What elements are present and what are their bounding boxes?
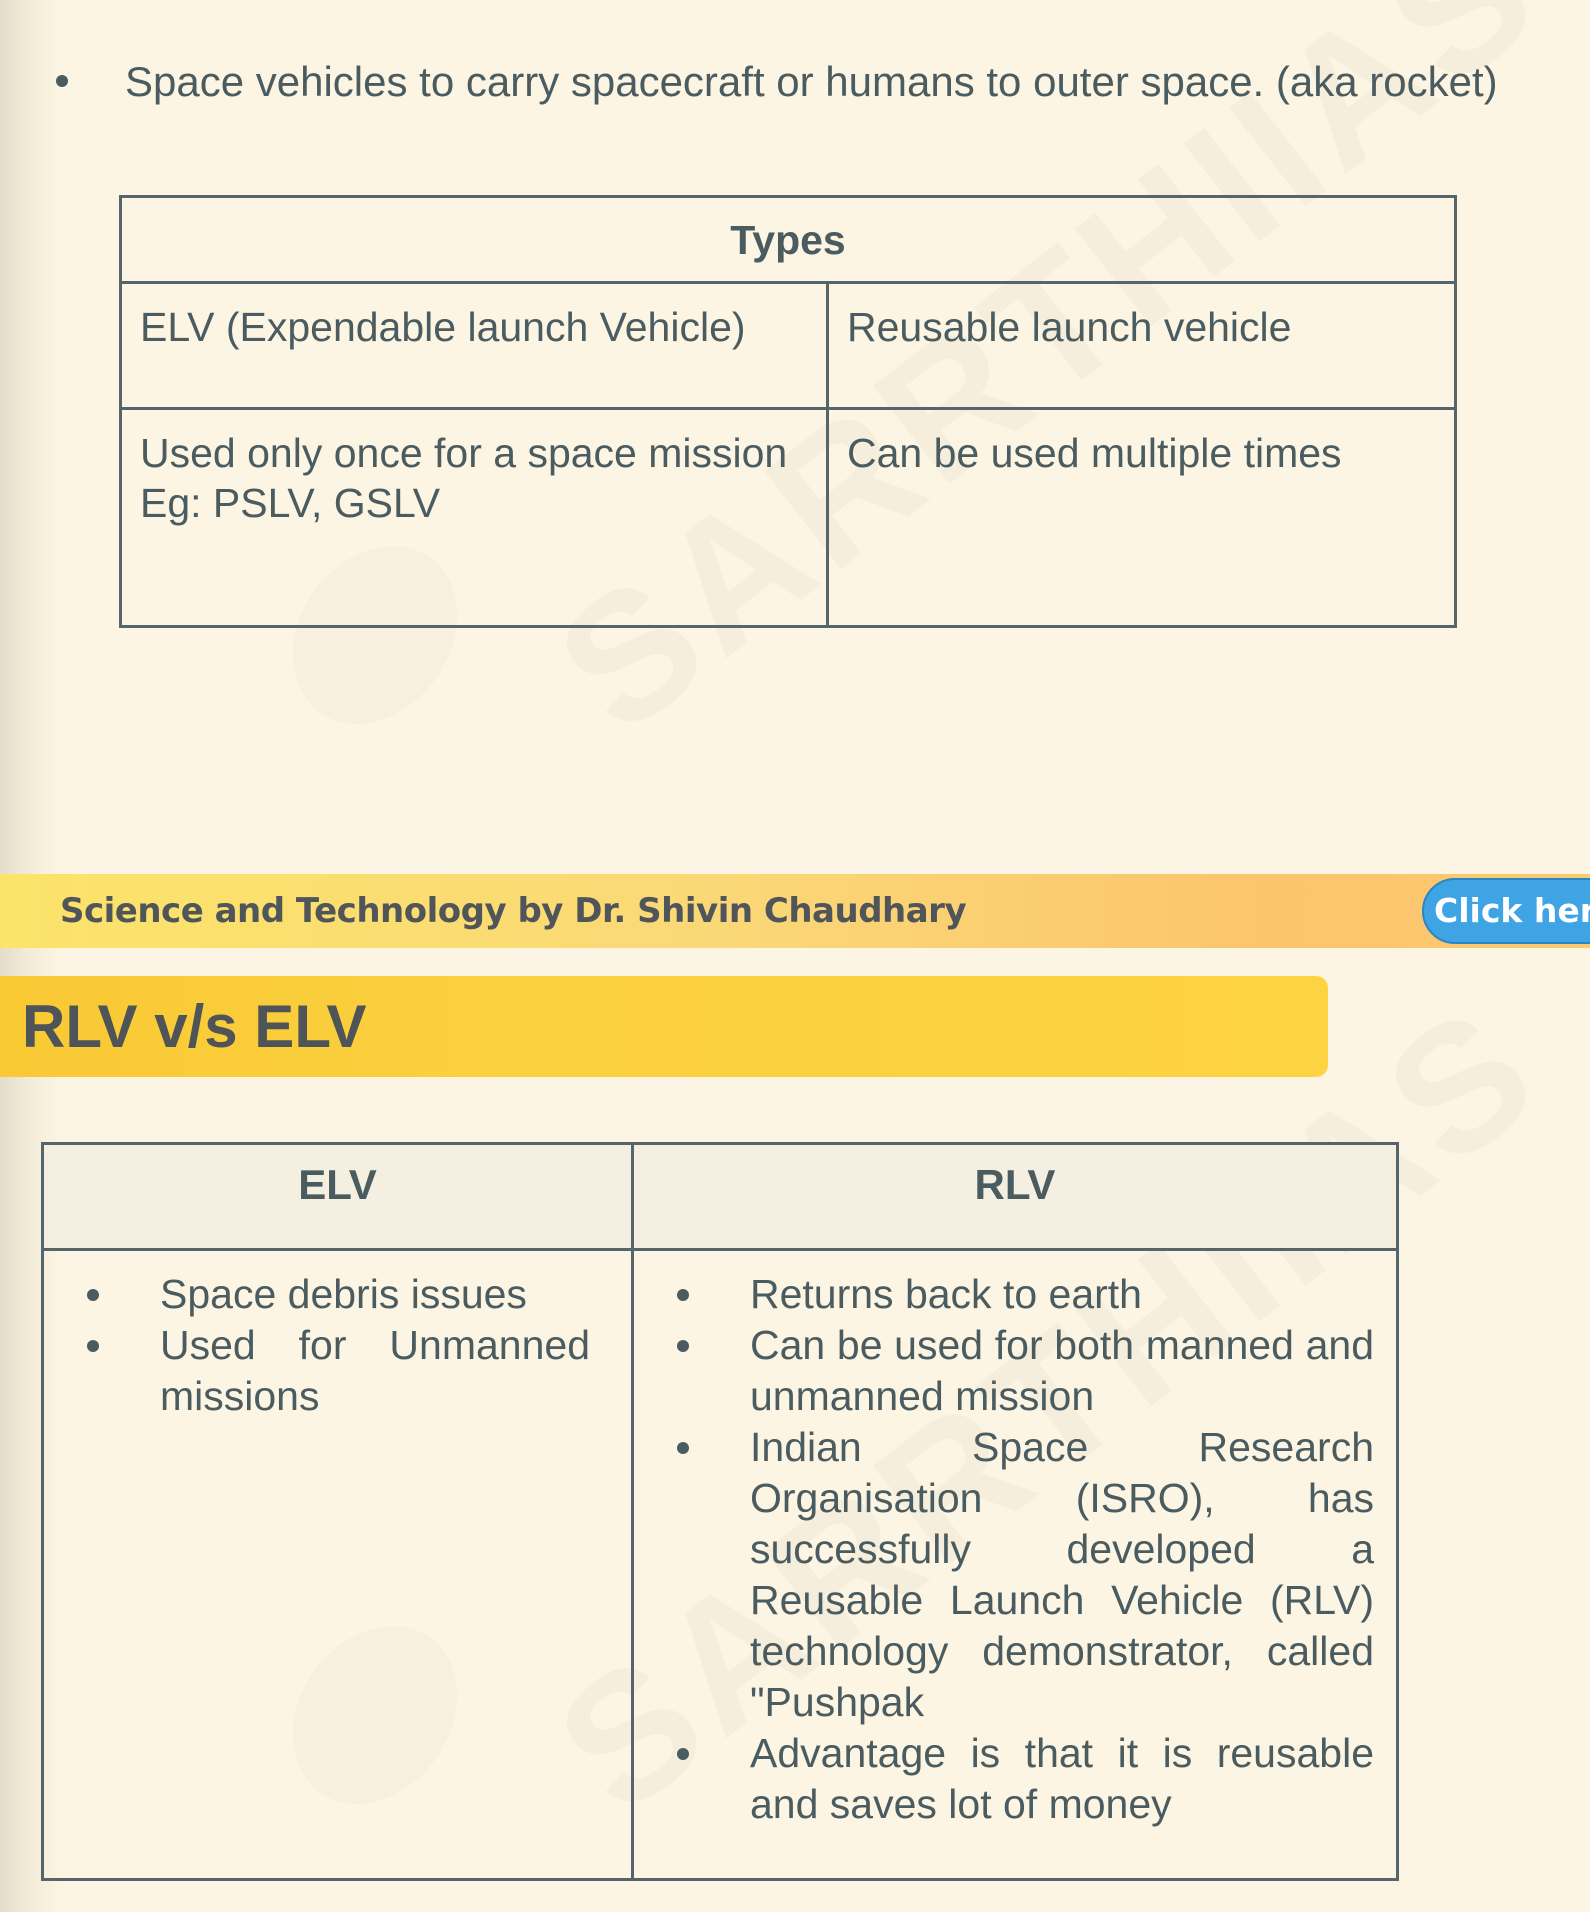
types-cell-rlv-desc: Can be used multiple times: [826, 407, 1457, 628]
bullet-icon: [677, 1748, 689, 1760]
elv-cell: Space debris issues Used for Unmanned mi…: [41, 1248, 634, 1881]
course-banner: Science and Technology by Dr. Shivin Cha…: [0, 874, 1590, 948]
bullet-icon: [677, 1289, 689, 1301]
section-heading-bar: RLV v/s ELV: [0, 976, 1328, 1077]
elv-points-list: Space debris issues Used for Unmanned mi…: [44, 1269, 609, 1422]
intro-bullet-text: Space vehicles to carry spacecraft or hu…: [125, 58, 1498, 105]
types-cell-elv-desc: Used only once for a space mission Eg: P…: [119, 407, 829, 628]
bullet-icon: [87, 1289, 99, 1301]
bullet-icon: [87, 1340, 99, 1352]
bullet-icon: [677, 1442, 689, 1454]
section-heading: RLV v/s ELV: [22, 993, 367, 1060]
rlv-points-list: Returns back to earth Can be used for bo…: [634, 1269, 1374, 1830]
list-item: Returns back to earth: [634, 1269, 1374, 1320]
comparison-table: ELV RLV Space debris issues Used for Unm…: [41, 1142, 1399, 1881]
intro-bullet: Space vehicles to carry spacecraft or hu…: [56, 56, 1498, 108]
list-item-text: Used for Unmanned missions: [160, 1322, 590, 1419]
types-cell-rlv: Reusable launch vehicle: [826, 281, 1457, 410]
list-item-text: Space debris issues: [160, 1271, 527, 1317]
types-table: Types ELV (Expendable launch Vehicle) Re…: [119, 195, 1457, 628]
list-item: Indian Space Research Organisation (ISRO…: [634, 1422, 1374, 1728]
types-table-header: Types: [119, 195, 1457, 284]
bullet-icon: [56, 74, 68, 87]
banner-text: Science and Technology by Dr. Shivin Cha…: [60, 891, 967, 931]
list-item: Used for Unmanned missions: [44, 1320, 590, 1422]
list-item: Space debris issues: [44, 1269, 590, 1320]
column-header-elv: ELV: [41, 1142, 634, 1251]
list-item: Advantage is that it is reusable and sav…: [634, 1728, 1374, 1830]
list-item-text: Returns back to earth: [750, 1271, 1142, 1317]
list-item-text: Advantage is that it is reusable and sav…: [750, 1730, 1374, 1827]
click-here-button[interactable]: Click here: [1422, 878, 1590, 944]
types-cell-elv: ELV (Expendable launch Vehicle): [119, 281, 829, 410]
bullet-icon: [677, 1340, 689, 1352]
list-item-text: Can be used for both manned and unmanned…: [750, 1322, 1374, 1419]
column-header-rlv: RLV: [631, 1142, 1399, 1251]
list-item-text: Indian Space Research Organisation (ISRO…: [750, 1424, 1374, 1725]
rlv-cell: Returns back to earth Can be used for bo…: [631, 1248, 1399, 1881]
list-item: Can be used for both manned and unmanned…: [634, 1320, 1374, 1422]
